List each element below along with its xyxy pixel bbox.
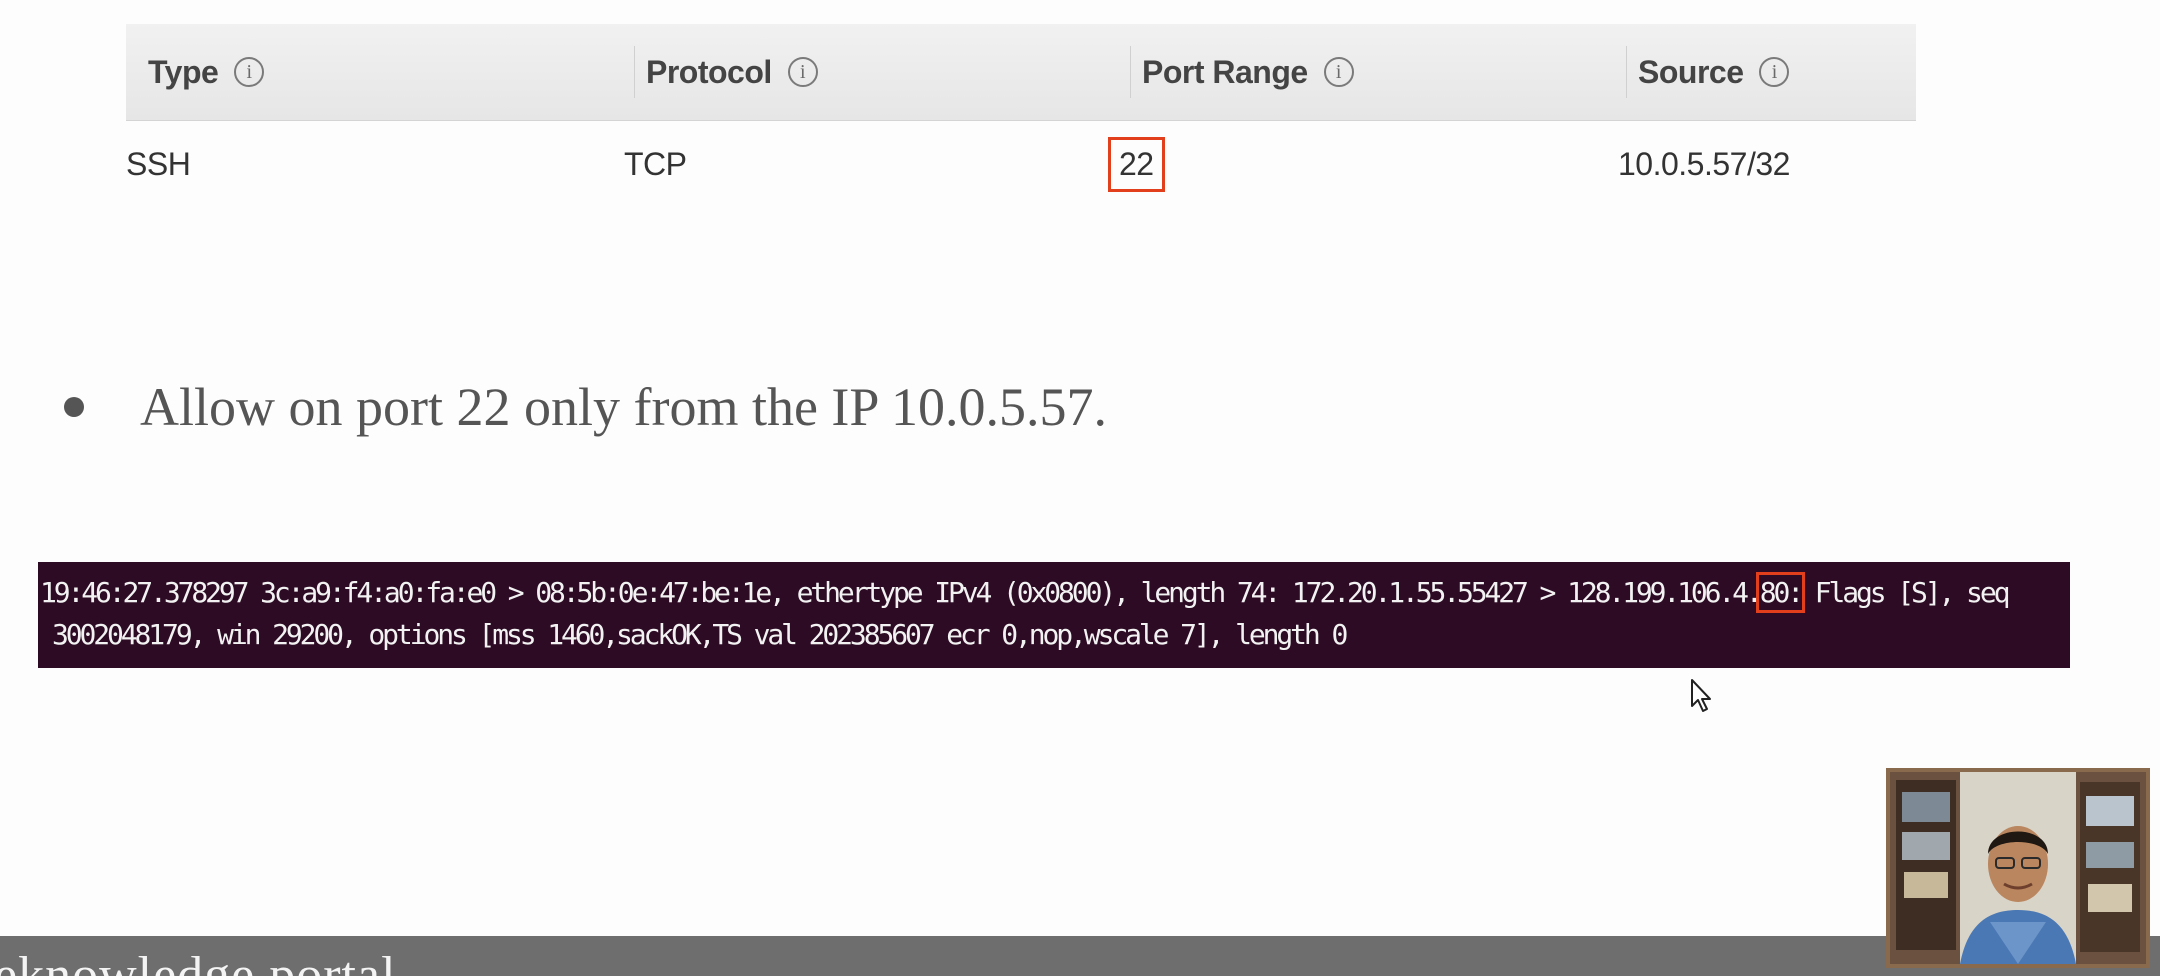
column-header-protocol[interactable]: Protocol i [634,24,818,120]
cell-port-range: 22 [1108,121,1165,207]
port-80-highlight: 80: [1755,572,1805,613]
column-header-source[interactable]: Source i [1626,24,1790,120]
cell-type: SSH [126,145,191,182]
column-header-label: Protocol [646,53,772,90]
bullet-point: Allow on port 22 only from the IP 10.0.5… [64,376,1107,438]
bullet-text: Allow on port 22 only from the IP 10.0.5… [140,377,1107,437]
info-icon[interactable]: i [787,57,818,87]
presenter-video-frame [1890,772,2146,964]
column-header-type[interactable]: Type i [148,24,265,120]
column-header-label: Source [1638,53,1744,90]
cell-protocol: TCP [624,145,687,182]
column-header-port-range[interactable]: Port Range i [1130,24,1354,120]
brand-bar: eknowledge portal [0,936,2160,976]
security-group-rules-table: Type i Protocol i Port Range i Source i … [126,24,1916,207]
column-divider [1130,46,1131,98]
table-header: Type i Protocol i Port Range i Source i [126,24,1916,121]
column-header-label: Port Range [1142,53,1308,90]
presenter-webcam [1886,768,2150,968]
info-icon[interactable]: i [1759,57,1790,87]
column-divider [634,46,635,98]
bullet-dot-icon [64,397,84,417]
info-icon[interactable]: i [234,57,265,87]
terminal-text: 19:46:27.378297 3c:a9:f4:a0:fa:e0 > 08:5… [40,576,1763,609]
terminal-output: 19:46:27.378297 3c:a9:f4:a0:fa:e0 > 08:5… [38,562,2070,668]
table-row: SSH TCP 22 10.0.5.57/32 [126,121,1916,207]
mouse-cursor-icon [1691,679,1711,712]
terminal-text: Flags [S], seq [1800,576,2011,609]
terminal-line-1: 19:46:27.378297 3c:a9:f4:a0:fa:e0 > 08:5… [40,572,2011,613]
info-icon[interactable]: i [1323,57,1354,87]
brand-logo-text: eknowledge portal [0,947,397,976]
column-header-label: Type [148,53,219,90]
terminal-line-2: 3002048179, win 29200, options [mss 1460… [52,618,1348,651]
cell-source: 10.0.5.57/32 [1618,145,1790,182]
port-range-highlight: 22 [1108,136,1165,192]
column-divider [1626,46,1627,98]
